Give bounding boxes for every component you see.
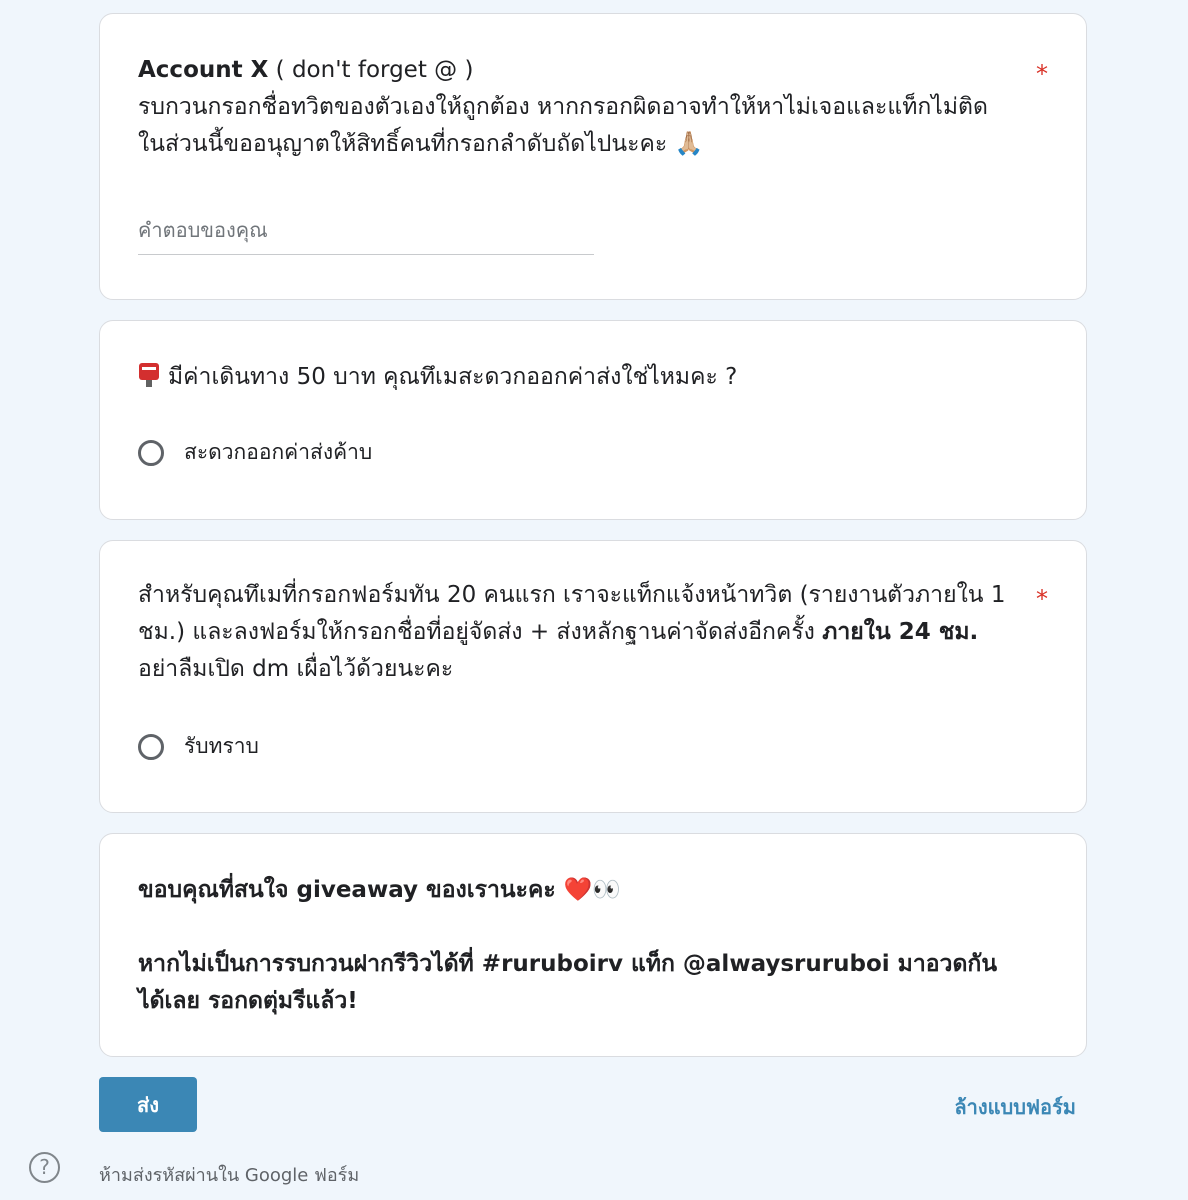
question-title-account-x: Account X ( don't forget @ ) รบกวนกรอกชื… <box>138 52 1016 163</box>
question-title-shipping-fee: มีค่าเดินทาง 50 บาท คุณทึเมสะดวกออกค่าส่… <box>138 359 1016 396</box>
radio-option-label: รับทราบ <box>184 734 259 758</box>
submit-button[interactable]: ส่ง <box>99 1077 197 1132</box>
thank-you-card: ขอบคุณที่สนใจ giveaway ของเรานะคะ ❤️👀 หา… <box>99 833 1087 1057</box>
radio-option-label: สะดวกออกค่าส่งค้าบ <box>184 440 373 464</box>
question-title-first-20: สำหรับคุณทึเมที่กรอกฟอร์มทัน 20 คนแรก เร… <box>138 577 1016 688</box>
question-text-part2: อย่าลืมเปิด dm เผื่อไว้ด้วยนะคะ <box>138 656 454 682</box>
question-card-shipping-fee: มีค่าเดินทาง 50 บาท คุณทึเมสะดวกออกค่าส่… <box>99 320 1087 520</box>
question-card-account-x: Account X ( don't forget @ ) รบกวนกรอกชื… <box>99 13 1087 300</box>
radio-option-convenient-pay[interactable]: สะดวกออกค่าส่งค้าบ <box>138 436 372 469</box>
radio-option-acknowledge[interactable]: รับทราบ <box>138 730 259 763</box>
folded-hands-icon: 🙏🏼 <box>674 131 704 157</box>
question-description-line1: รบกวนกรอกชื่อทวิตของตัวเองให้ถูกต้อง หาก… <box>138 94 988 120</box>
required-asterisk: * <box>1036 60 1048 88</box>
thank-you-line2: หากไม่เป็นการรบกวนฝากรีวิวได้ที่ #rurubo… <box>138 951 998 1014</box>
help-icon[interactable]: ? <box>29 1152 60 1183</box>
question-title-note: ( don't forget @ ) <box>268 57 474 83</box>
answer-text-input[interactable]: คำตอบของคุณ <box>138 214 594 255</box>
radio-button[interactable] <box>138 439 164 466</box>
required-asterisk: * <box>1036 585 1048 613</box>
question-text-bold: ภายใน 24 ชม. <box>822 619 979 645</box>
question-text: มีค่าเดินทาง 50 บาท คุณทึเมสะดวกออกค่าส่… <box>168 364 738 390</box>
question-title-bold: Account X <box>138 57 269 83</box>
question-card-first-20: สำหรับคุณทึเมที่กรอกฟอร์มทัน 20 คนแรก เร… <box>99 540 1087 813</box>
password-warning-note: ห้ามส่งรหัสผ่านใน Google ฟอร์ม <box>99 1165 360 1186</box>
clear-form-link[interactable]: ล้างแบบฟอร์ม <box>954 1091 1076 1123</box>
postbox-icon <box>139 363 159 387</box>
thank-you-line1: ขอบคุณที่สนใจ giveaway ของเรานะคะ ❤️👀 <box>138 877 622 903</box>
question-description-line2: ในส่วนนี้ขออนุญาตให้สิทธิ์คนที่กรอกลำดับ… <box>138 131 668 157</box>
radio-button[interactable] <box>138 733 164 760</box>
